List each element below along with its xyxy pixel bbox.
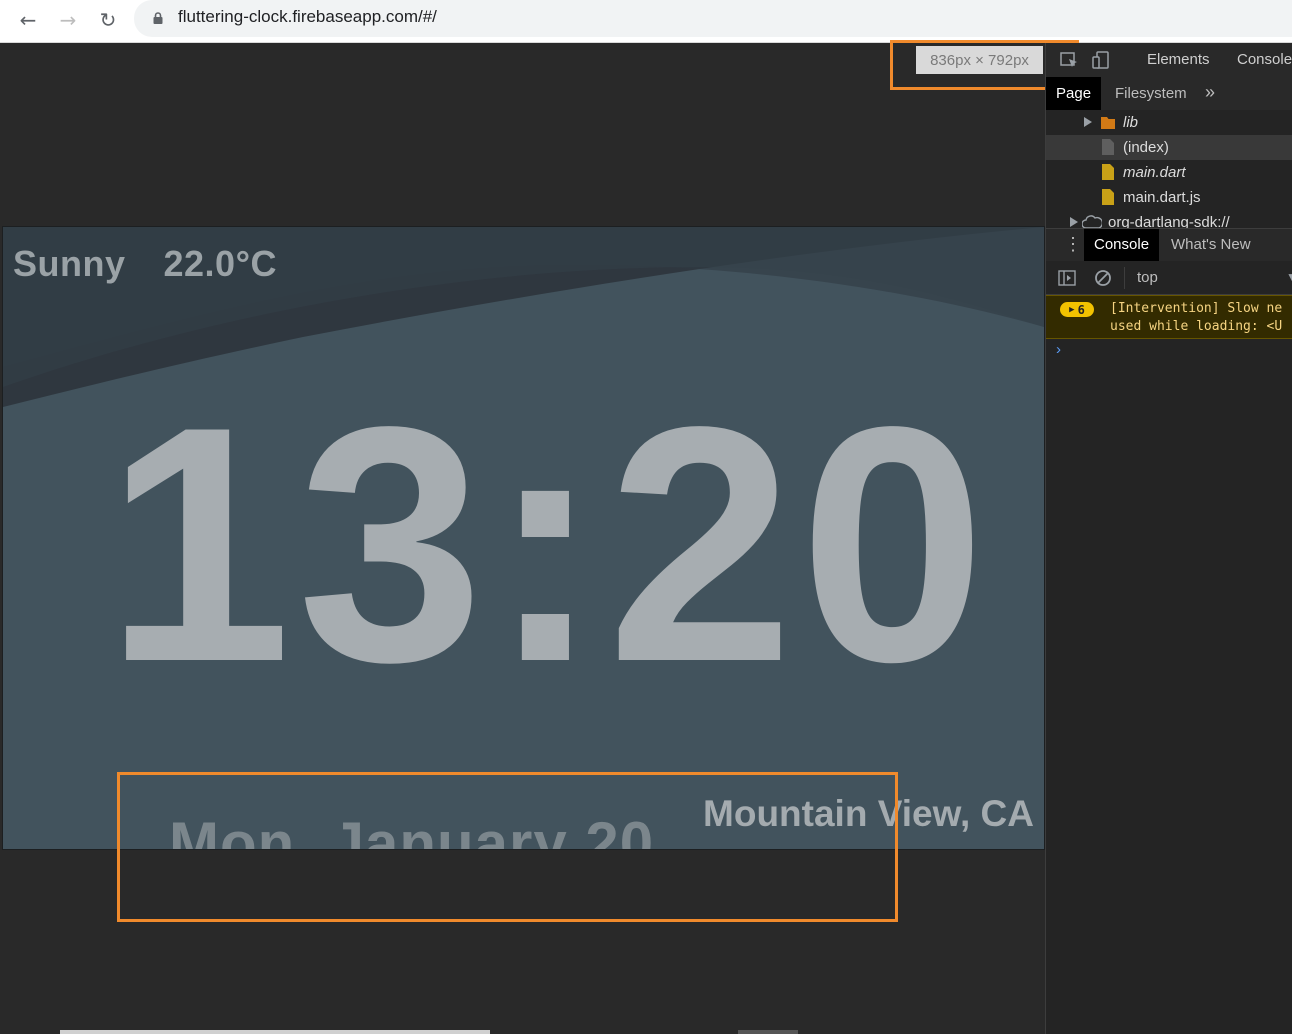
tree-item-label: org-dartlang-sdk:// [1108,214,1230,228]
tree-item-label: lib [1123,114,1139,131]
tree-item-sdk[interactable]: org-dartlang-sdk:// [1046,210,1292,228]
toolbar-divider [1124,267,1125,289]
folder-icon [1101,117,1115,129]
file-tree: lib (index) main.dart main.dart.js org-d… [1046,110,1292,228]
context-select[interactable]: top [1137,269,1158,286]
weather-condition: Sunny [13,243,126,284]
chevron-down-icon[interactable]: ▼ [1286,270,1292,284]
console-warning: ▶ 6 [Intervention] Slow ne used while loa… [1046,295,1292,339]
badge-arrow-icon: ▶ [1069,304,1075,315]
warning-message: [Intervention] Slow ne used while loadin… [1110,301,1283,334]
browser-toolbar: ← → ↻ fluttering-clock.firebaseapp.com/#… [0,0,1292,43]
weather-info: Sunny 22.0°C [13,243,315,285]
device-toggle-icon[interactable] [1090,49,1112,71]
back-icon[interactable]: ← [14,6,42,34]
scrollbar-thumb[interactable] [738,1030,798,1034]
tree-item-lib[interactable]: lib [1046,110,1292,135]
forward-icon[interactable]: → [54,6,82,34]
more-options-icon[interactable]: ⋮ [1064,235,1082,253]
clear-console-icon[interactable] [1094,269,1112,287]
cloud-icon [1082,215,1102,228]
console-toolbar: top ▼ [1046,261,1292,295]
clock-time: 13:20 [105,357,992,731]
tab-page[interactable]: Page [1046,77,1102,110]
horizontal-scrollbar[interactable] [60,1030,490,1034]
file-icon [1102,139,1114,155]
lock-icon [153,12,163,24]
tree-item-label: main.dart.js [1123,189,1201,206]
tree-item-index[interactable]: (index) [1046,135,1292,160]
reload-icon[interactable]: ↻ [94,6,122,34]
sidebar-toggle-icon[interactable] [1058,269,1076,287]
tab-elements[interactable]: Elements [1147,51,1210,68]
sources-subtabs: Page Filesystem » [1046,77,1292,111]
drawer-tabs: ⋮ Console What's New [1046,228,1292,262]
address-bar[interactable]: fluttering-clock.firebaseapp.com/#/ [134,0,1292,37]
console-prompt[interactable]: › [1056,341,1061,358]
tree-item-label: (index) [1123,139,1169,156]
warning-count: 6 [1077,302,1085,317]
tree-item-label: main.dart [1123,164,1186,181]
inspect-icon[interactable] [1058,49,1080,71]
tab-console[interactable]: Console [1237,51,1292,68]
drawer-tab-console[interactable]: Console [1084,229,1160,261]
tab-filesystem[interactable]: Filesystem [1115,85,1187,102]
expand-arrow-icon[interactable] [1084,117,1092,127]
more-tabs-icon[interactable]: » [1205,82,1215,103]
devtools-panel: Elements Console Page Filesystem » lib (… [1045,43,1292,1034]
expand-arrow-icon[interactable] [1070,217,1078,227]
tree-item-main-dart-js[interactable]: main.dart.js [1046,185,1292,210]
highlight-box-date [117,772,898,922]
tree-item-main-dart[interactable]: main.dart [1046,160,1292,185]
clock-face: Sunny 22.0°C 13:20 Mon, January 20 Mounta… [2,226,1045,850]
js-file-icon [1102,189,1114,205]
warning-count-badge[interactable]: ▶ 6 [1060,302,1094,317]
drawer-tab-whats-new[interactable]: What's New [1171,229,1251,261]
devtools-toolbar: Elements Console [1046,43,1292,78]
temperature: 22.0°C [163,243,277,284]
dart-file-icon [1102,164,1114,180]
url-text: fluttering-clock.firebaseapp.com/#/ [178,7,437,26]
